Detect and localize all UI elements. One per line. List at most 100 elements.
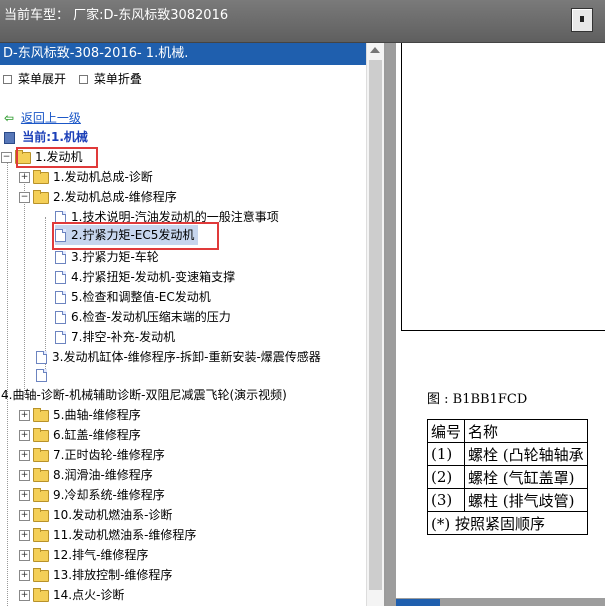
square-icon: [3, 74, 12, 84]
tree-item-folder[interactable]: +10.发动机燃油系-诊断: [19, 505, 172, 525]
tree-item-label: 4.曲轴-诊断-机械辅助诊断-双阻尼减震飞轮(演示视频): [1, 388, 287, 402]
legend-cell: (1): [426, 442, 466, 466]
legend-header-cell: 编号: [426, 419, 466, 443]
highlight-box-torque: [52, 222, 219, 250]
folder-icon: [33, 427, 49, 442]
tree-item-label: 8.润滑油-维修程序: [53, 468, 153, 482]
vehicle-title: 当前车型： 厂家:D-东风标致3082016: [4, 8, 229, 23]
current-label: 当前:1.机械: [22, 130, 88, 144]
folder-icon: [33, 567, 49, 582]
square-icon: [78, 74, 88, 84]
tree-item-label: 3.拧紧力矩-车轮: [71, 250, 159, 264]
tree-item-label: 6.缸盖-维修程序: [53, 428, 141, 442]
expand-icon[interactable]: +: [19, 590, 30, 601]
legend-row: (1) 螺栓 (凸轮轴轴承: [426, 442, 588, 466]
document-icon: [55, 311, 66, 324]
tree-item-label: 5.曲轴-维修程序: [53, 408, 141, 422]
legend-header-cell: 名称: [464, 419, 588, 443]
tree-item-doc[interactable]: 5.检查和调整值-EC发动机: [55, 287, 211, 307]
folder-icon: [33, 547, 49, 562]
tree-guide: [24, 177, 25, 397]
tree-item-doc[interactable]: 6.检查-发动机压缩末端的压力: [55, 307, 231, 327]
expand-icon[interactable]: +: [19, 530, 30, 541]
legend-cell: 螺柱 (排气歧管): [464, 488, 588, 512]
tree-item-folder[interactable]: +9.冷却系统-维修程序: [19, 485, 165, 505]
legend-cell: 螺栓 (凸轮轴轴承: [464, 442, 588, 466]
legend-header-row: 编号 名称: [426, 419, 588, 443]
back-link-label: 返回上一级: [20, 111, 81, 125]
tree-item-folder[interactable]: +11.发动机燃油系-维修程序: [19, 525, 196, 545]
expand-icon[interactable]: +: [19, 570, 30, 581]
scroll-up-icon[interactable]: [370, 47, 380, 53]
current-location: 当前:1.机械: [4, 128, 88, 145]
tree-item-label: 9.冷却系统-维修程序: [53, 488, 165, 502]
legend-table: 编号 名称 (1) 螺栓 (凸轮轴轴承 (2) 螺栓 (气缸盖罩) (3) 螺柱…: [426, 419, 588, 535]
scrollbar-thumb[interactable]: [369, 60, 382, 590]
collapse-icon[interactable]: −: [1, 152, 12, 163]
highlight-box-engine: [16, 147, 98, 168]
tree-item-folder[interactable]: +13.排放控制-维修程序: [19, 565, 172, 585]
tree-item-doc[interactable]: 3.发动机缸体-维修程序-拆卸-重新安装-爆震传感器: [36, 347, 321, 367]
tree-item-doc[interactable]: 7.排空-补充-发动机: [55, 327, 175, 347]
expand-icon[interactable]: +: [19, 172, 30, 183]
folder-icon: [33, 487, 49, 502]
tree-scrollbar[interactable]: [366, 43, 385, 606]
tree-item-crankshaft-diagnosis[interactable]: 4.曲轴-诊断-机械辅助诊断-双阻尼减震飞轮(演示视频): [1, 385, 287, 405]
tree-item-label: 13.排放控制-维修程序: [53, 568, 173, 582]
folder-open-icon: [33, 189, 49, 204]
folder-icon: [33, 447, 49, 462]
tree-item-engine-diagnosis[interactable]: +1.发动机总成-诊断: [19, 167, 153, 187]
tree-item-doc[interactable]: 3.拧紧力矩-车轮: [55, 247, 159, 267]
expand-icon[interactable]: +: [19, 450, 30, 461]
computer-icon: [4, 131, 15, 144]
tree-item-folder[interactable]: +6.缸盖-维修程序: [19, 425, 141, 445]
folder-icon: [33, 527, 49, 542]
folder-icon: [33, 587, 49, 602]
tree-item-label: 12.排气-维修程序: [53, 548, 149, 562]
expand-icon[interactable]: +: [19, 550, 30, 561]
tree-item-label: 4.拧紧扭矩-发动机-变速箱支撑: [71, 270, 236, 284]
expand-icon[interactable]: +: [19, 430, 30, 441]
tree-header: D-东风标致-308-2016- 1.机械.: [0, 43, 366, 65]
expand-icon[interactable]: +: [19, 470, 30, 481]
back-arrow-icon: ⇦: [4, 111, 15, 125]
tree-item-folder[interactable]: +5.曲轴-维修程序: [19, 405, 141, 425]
document-icon: [36, 369, 47, 382]
expand-icon[interactable]: +: [19, 490, 30, 501]
legend-cell: (3): [426, 488, 466, 512]
tree-item-label: 1.发动机总成-诊断: [53, 170, 153, 184]
tree-item-label: 11.发动机燃油系-维修程序: [53, 528, 197, 542]
tree-item-folder[interactable]: +7.正时齿轮-维修程序: [19, 445, 165, 465]
tree-guide: [7, 158, 8, 606]
expand-icon[interactable]: +: [19, 510, 30, 521]
tree-item-folder[interactable]: +12.排气-维修程序: [19, 545, 148, 565]
expand-all-button[interactable]: 菜单展开: [0, 70, 66, 87]
page-tab[interactable]: [396, 599, 440, 606]
tree-item-folder[interactable]: +8.润滑油-维修程序: [19, 465, 153, 485]
back-link[interactable]: ⇦ 返回上一级: [4, 109, 81, 126]
legend-cell: (2): [426, 465, 466, 489]
folder-icon: [33, 407, 49, 422]
tree-item-label: 6.检查-发动机压缩末端的压力: [71, 310, 231, 324]
legend-row: (3) 螺柱 (排气歧管): [426, 488, 588, 512]
document-page: 图 : B1BB1FCD 编号 名称 (1) 螺栓 (凸轮轴轴承 (2) 螺栓 …: [396, 43, 605, 598]
tree-item-folder[interactable]: +14.点火-诊断: [19, 585, 124, 605]
document-icon: [55, 331, 66, 344]
collapse-icon[interactable]: −: [19, 192, 30, 203]
legend-note-row: (*) 按照紧固顺序: [427, 511, 588, 535]
document-icon: [55, 251, 66, 264]
tree-item-doc[interactable]: 4.拧紧扭矩-发动机-变速箱支撑: [55, 267, 235, 287]
tree-item-doc[interactable]: [36, 365, 52, 385]
tree-item-label: 5.检查和调整值-EC发动机: [71, 290, 211, 304]
expand-icon[interactable]: +: [19, 410, 30, 421]
collapse-all-button[interactable]: 菜单折叠: [76, 70, 142, 87]
exit-button[interactable]: [571, 8, 593, 32]
legend-note: (*) 按照紧固顺序: [427, 511, 588, 535]
document-viewer: 图 : B1BB1FCD 编号 名称 (1) 螺栓 (凸轮轴轴承 (2) 螺栓 …: [386, 43, 605, 606]
tree-item-label: 7.排空-补充-发动机: [71, 330, 176, 344]
figure-caption: 图 : B1BB1FCD: [427, 392, 528, 407]
tree-item-engine-maintenance[interactable]: − 2.发动机总成-维修程序: [19, 187, 177, 207]
tree-item-label: 2.发动机总成-维修程序: [53, 190, 177, 204]
document-icon: [36, 351, 47, 364]
document-icon: [55, 271, 66, 284]
